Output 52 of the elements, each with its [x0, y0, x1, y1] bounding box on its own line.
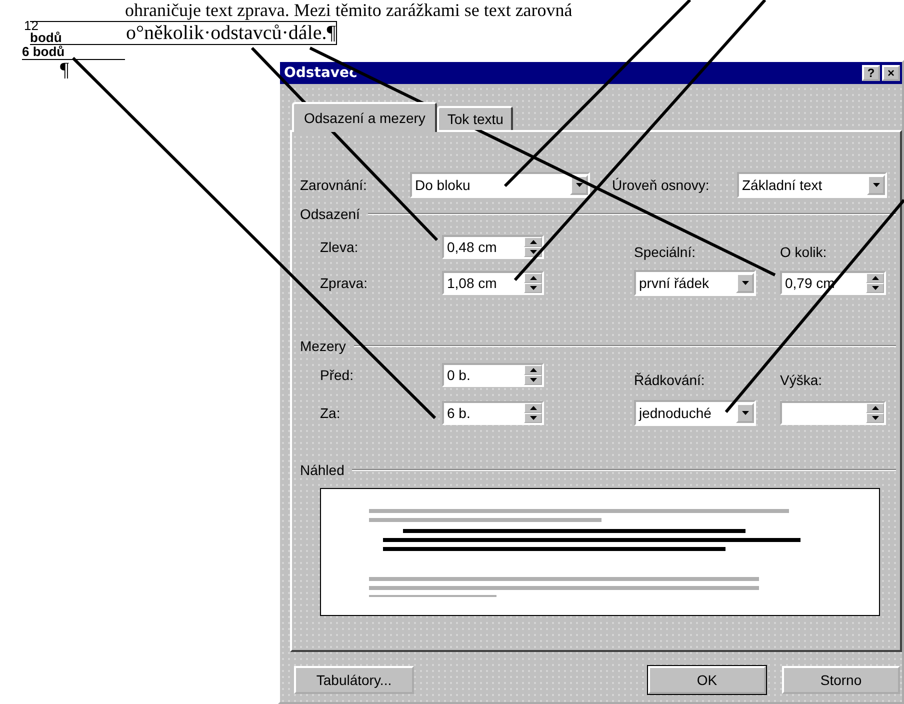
- paragraph-mark: ¶: [60, 60, 70, 80]
- tab[interactable]: Tok textu: [437, 106, 514, 130]
- dropdown[interactable]: Do bloku: [410, 172, 590, 198]
- down-arrow-icon: [530, 378, 536, 382]
- field-label: Zleva:: [320, 239, 360, 255]
- down-arrow-icon: [872, 416, 878, 420]
- up-arrow-icon: [530, 276, 536, 280]
- help-button[interactable]: ?: [862, 65, 880, 81]
- down-arrow-icon: [576, 183, 582, 187]
- dialog-button[interactable]: Storno: [782, 666, 900, 694]
- window-title: Odstavec: [284, 65, 358, 81]
- group-title: Náhled: [300, 462, 344, 478]
- dropdown[interactable]: Základní text: [737, 172, 887, 198]
- field-label: Výška:: [780, 372, 824, 388]
- field-label: O kolik:: [780, 244, 828, 260]
- down-arrow-icon: [742, 281, 748, 285]
- spin-field[interactable]: 0,48 cm: [442, 235, 544, 259]
- field-label: Řádkování:: [634, 372, 706, 388]
- spin-field[interactable]: 0 b.: [442, 363, 544, 387]
- dropdown[interactable]: jednoduché: [634, 400, 756, 426]
- spin-field[interactable]: 1,08 cm: [442, 271, 544, 295]
- up-arrow-icon: [872, 276, 878, 280]
- down-arrow-icon: [742, 411, 748, 415]
- group-title: Mezery: [300, 338, 346, 354]
- tab[interactable]: Odsazení a mezery: [292, 102, 438, 132]
- field-label: Úroveň osnovy:: [612, 177, 710, 193]
- dialog-button[interactable]: Tabulátory...: [294, 666, 414, 694]
- group-title: Odsazení: [300, 206, 360, 222]
- dialog-button[interactable]: OK: [648, 666, 766, 694]
- document-text: ohraničuje text zprava. Mezi těmito zarážkami se text zarovná: [125, 0, 572, 20]
- down-arrow-icon: [530, 250, 536, 254]
- field-label: Speciální:: [634, 244, 696, 260]
- up-arrow-icon: [872, 406, 878, 410]
- paragraph-text: o°několik·odstavců·dále.: [126, 22, 327, 44]
- spin-field[interactable]: 6 b.: [442, 401, 544, 425]
- spacing-label: 6 bodů: [22, 45, 125, 60]
- down-arrow-icon: [530, 286, 536, 290]
- down-arrow-icon: [872, 286, 878, 290]
- up-arrow-icon: [530, 368, 536, 372]
- up-arrow-icon: [530, 240, 536, 244]
- down-arrow-icon: [530, 416, 536, 420]
- field-label: Za:: [320, 405, 342, 421]
- paragraph-mark: ¶: [326, 22, 336, 44]
- close-button[interactable]: ×: [882, 65, 900, 81]
- up-arrow-icon: [530, 406, 536, 410]
- dropdown[interactable]: první řádek: [634, 270, 756, 296]
- field-label: Před:: [320, 367, 354, 383]
- field-label: Zarovnání:: [300, 177, 368, 193]
- spacing-unit: bodů: [30, 32, 63, 44]
- down-arrow-icon: [872, 183, 880, 187]
- field-label: Zprava:: [320, 275, 368, 291]
- spin-field[interactable]: [780, 401, 886, 425]
